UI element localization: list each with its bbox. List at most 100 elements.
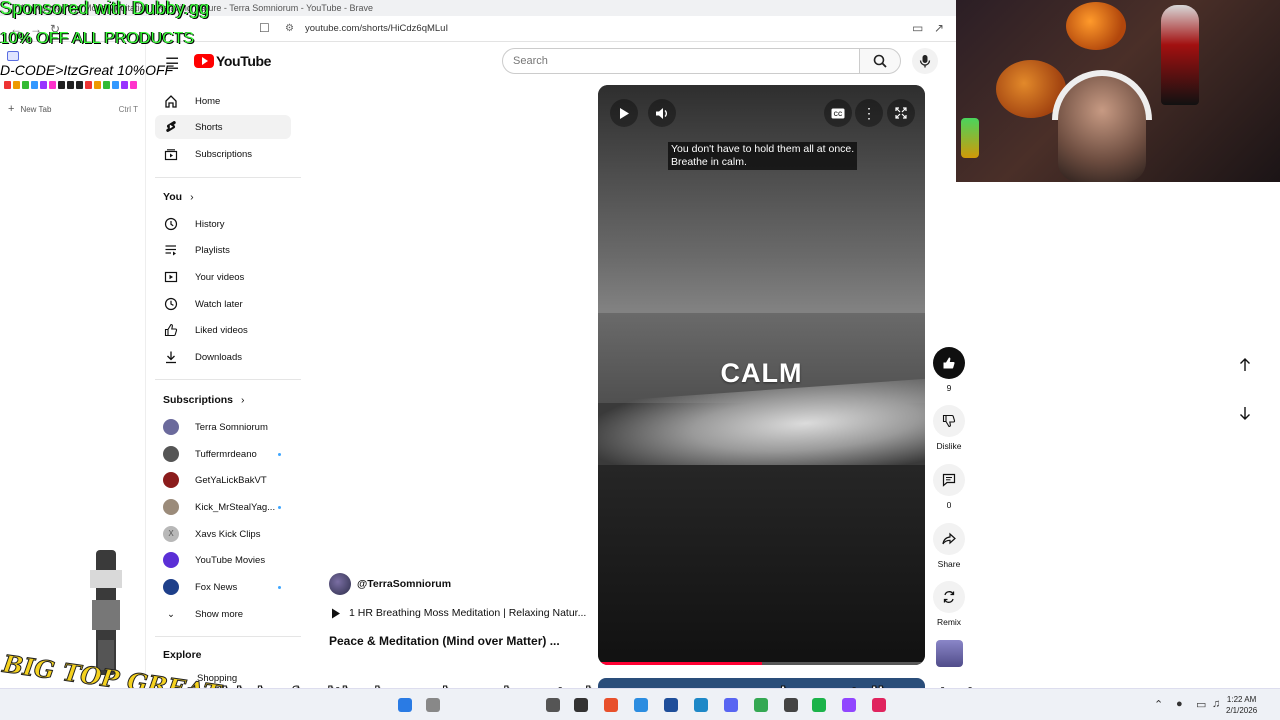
new-tab-button[interactable]: + New Tab Ctrl T [8, 103, 138, 115]
closed-captions-icon: CC [831, 108, 845, 118]
search-input[interactable]: Search [502, 48, 860, 74]
play-icon [332, 608, 340, 618]
discount-overlay: 10% OFF ALL PRODUCTS [0, 30, 195, 47]
comments-button[interactable]: 0 [933, 464, 965, 510]
app-icon[interactable] [694, 698, 708, 712]
sidebar-item-history[interactable]: History [155, 212, 291, 236]
sidebar-item-shorts[interactable]: Shorts [155, 115, 291, 139]
sidebar-item-subscriptions[interactable]: Subscriptions [155, 142, 291, 166]
downloads-icon [166, 351, 176, 364]
url-field[interactable]: youtube.com/shorts/HiCdz6qMLuI [305, 23, 448, 34]
avatar [163, 419, 179, 435]
app-icon[interactable] [812, 698, 826, 712]
subscription-item[interactable]: YouTube Movies [155, 548, 291, 572]
discount-code-overlay: D-CODE>ItzGreat 10%OFF [0, 62, 174, 78]
share-button[interactable]: Share [933, 523, 965, 569]
app-icon[interactable] [574, 698, 588, 712]
previous-short-button[interactable] [1229, 349, 1261, 381]
sidebar-item-label: Subscriptions [195, 148, 253, 160]
dislike-button[interactable]: Dislike [933, 405, 965, 451]
youtube-logo[interactable]: YouTube [194, 53, 271, 69]
avatar [163, 579, 179, 595]
search-icon[interactable] [426, 698, 440, 712]
avatar [163, 499, 179, 515]
play-button[interactable] [610, 99, 638, 127]
liked-videos-icon [164, 323, 178, 337]
sidebar-item-liked-videos[interactable]: Liked videos [155, 318, 291, 342]
svg-text:CC: CC [834, 112, 843, 118]
voice-search-button[interactable] [912, 48, 938, 74]
divider [155, 177, 301, 178]
more-options-button[interactable]: ⋮ [855, 99, 883, 127]
brave-icon[interactable] [604, 698, 618, 712]
app-icon[interactable] [784, 698, 798, 712]
microphone-icon[interactable]: ● [1176, 698, 1183, 710]
comment-count: 0 [946, 500, 952, 510]
app-icon[interactable] [634, 698, 648, 712]
show-more-button[interactable]: ⌄ Show more [155, 602, 291, 626]
chevron-down-icon: ⌄ [167, 608, 175, 620]
network-icon[interactable]: ▭ [1196, 698, 1206, 711]
subscription-item[interactable]: Terra Somniorum [155, 415, 291, 439]
like-button[interactable]: 9 [933, 347, 965, 393]
you-heading[interactable]: You › [163, 191, 194, 203]
sidebar-item-watch-later[interactable]: Watch later [155, 292, 291, 316]
site-info-icon[interactable]: ⚙ [285, 23, 294, 34]
character-art [90, 550, 122, 675]
sidebar-toggle-icon[interactable] [7, 51, 19, 61]
cast-icon[interactable]: ▭ [912, 21, 923, 35]
channel-avatar [329, 573, 351, 595]
app-icon[interactable] [546, 698, 560, 712]
captions-button[interactable]: CC [824, 99, 852, 127]
app-icon[interactable] [664, 698, 678, 712]
search-button[interactable] [859, 48, 901, 74]
explore-heading-label: Explore [163, 649, 202, 661]
fullscreen-button[interactable] [887, 99, 915, 127]
sound-thumbnail[interactable] [936, 640, 963, 667]
sidebar-item-label: Watch later [195, 298, 243, 310]
share-page-icon[interactable]: ↗ [934, 21, 944, 35]
related-video-link[interactable]: 1 HR Breathing Moss Meditation | Relaxin… [331, 607, 586, 619]
clock-time: 1:22 AM [1226, 695, 1257, 704]
chrome-icon[interactable] [754, 698, 768, 712]
shorts-icon [166, 121, 176, 132]
sidebar-item-home[interactable]: Home [155, 89, 291, 113]
remix-button[interactable]: Remix [933, 581, 965, 627]
headset [1052, 70, 1152, 120]
sidebar-item-downloads[interactable]: Downloads [155, 345, 291, 369]
lamp [961, 118, 979, 158]
channel-info[interactable]: @TerraSomniorum [329, 573, 451, 595]
chevron-up-icon[interactable]: ⌃ [1154, 698, 1163, 711]
shorts-player[interactable]: CC ⋮ You don't have to hold them all at … [598, 85, 925, 665]
show-more-label: Show more [195, 608, 244, 620]
sidebar-item-your-videos[interactable]: Your videos [155, 265, 291, 289]
video-caption: You don't have to hold them all at once.… [668, 142, 858, 170]
sub-badge-strip [4, 81, 184, 91]
subscription-item[interactable]: Fox News [155, 575, 291, 599]
system-clock[interactable]: 1:22 AM 2/1/2026 [1226, 694, 1257, 716]
discord-icon[interactable] [724, 698, 738, 712]
short-title[interactable]: Peace & Meditation (Mind over Matter) ..… [329, 634, 560, 648]
thumbs-down-icon [942, 414, 956, 428]
twitch-icon[interactable] [842, 698, 856, 712]
progress-bar[interactable] [598, 662, 925, 665]
sidebar-item-playlists[interactable]: Playlists [155, 238, 291, 262]
more-vert-icon: ⋮ [855, 99, 883, 127]
next-short-button[interactable] [1229, 397, 1261, 429]
start-icon[interactable] [398, 698, 412, 712]
volume-icon[interactable]: ♫ [1212, 698, 1220, 710]
remix-label: Remix [936, 617, 962, 627]
subscriptions-heading-label: Subscriptions [163, 394, 234, 406]
subscriptions-heading[interactable]: Subscriptions › [163, 394, 245, 406]
subscription-item[interactable]: Kick_MrStealYag... [155, 495, 291, 519]
subscription-item[interactable]: GetYaLickBakVT [155, 468, 291, 492]
volume-button[interactable] [648, 99, 676, 127]
app-icon[interactable] [872, 698, 886, 712]
avatar [163, 472, 179, 488]
search-placeholder: Search [513, 55, 548, 67]
subscription-item[interactable]: X Xavs Kick Clips [155, 522, 291, 546]
home-icon [165, 95, 177, 108]
subscription-item[interactable]: Tuffermrdeano [155, 442, 291, 466]
your-videos-icon [164, 271, 178, 283]
bookmark-icon[interactable]: ☐ [259, 21, 270, 35]
